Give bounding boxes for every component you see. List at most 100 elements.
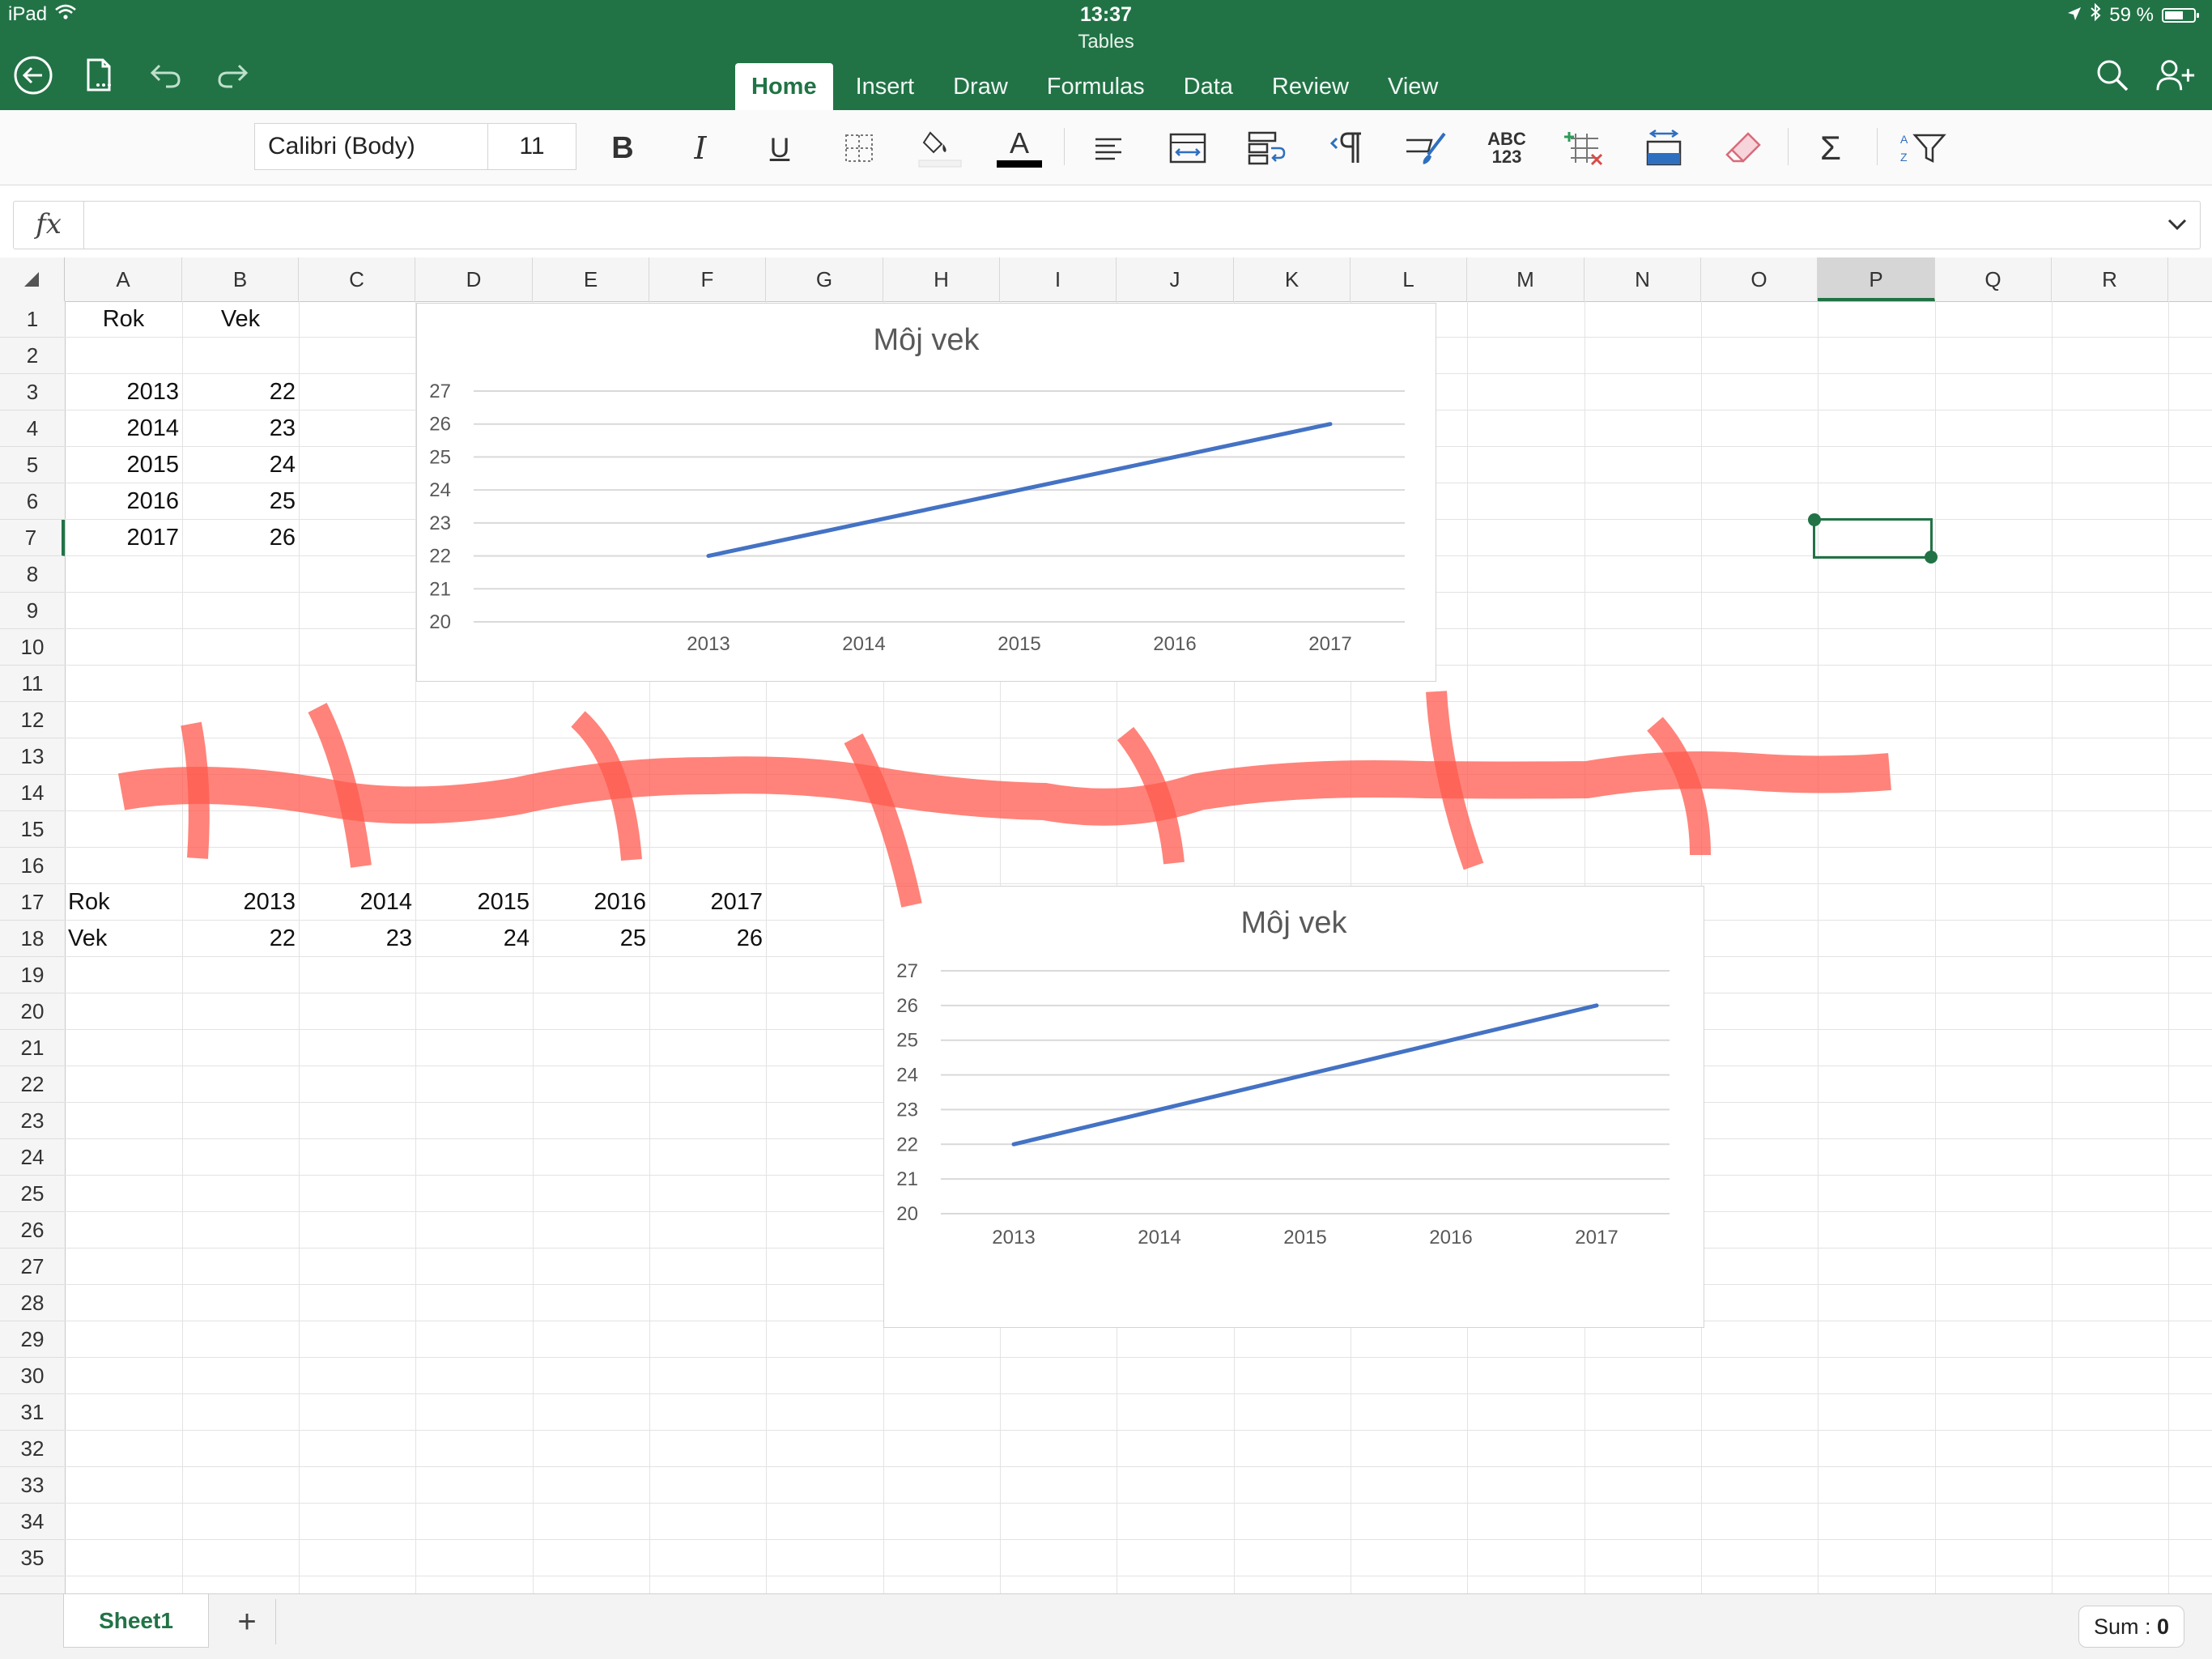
number-format-button[interactable]: ABC 123: [1482, 125, 1532, 172]
cell-a17[interactable]: Rok: [65, 884, 182, 921]
cell-f17[interactable]: 2017: [649, 884, 766, 921]
row-header-3[interactable]: 3: [0, 374, 65, 410]
cell-b3[interactable]: 22: [182, 374, 299, 410]
cell-b7[interactable]: 26: [182, 520, 299, 556]
row-header-12[interactable]: 12: [0, 702, 65, 738]
clear-eraser-button[interactable]: [1720, 125, 1767, 172]
chevron-down-icon[interactable]: [2164, 211, 2190, 241]
italic-button[interactable]: I: [677, 125, 724, 172]
sheet-tab-sheet1[interactable]: Sheet1: [63, 1594, 209, 1648]
fill-color-button[interactable]: [917, 125, 963, 172]
row-header-30[interactable]: 30: [0, 1358, 65, 1394]
status-sum[interactable]: Sum : 0: [2078, 1606, 2184, 1648]
column-header-b[interactable]: B: [182, 257, 299, 301]
row-header-35[interactable]: 35: [0, 1540, 65, 1576]
add-sheet-button[interactable]: +: [219, 1599, 276, 1644]
tab-review[interactable]: Review: [1256, 63, 1365, 110]
row-header-4[interactable]: 4: [0, 410, 65, 447]
worksheet[interactable]: A B C D E F G H I J K L M N O P Q R 1234…: [0, 257, 2212, 1593]
column-header-l[interactable]: L: [1351, 257, 1467, 301]
tab-draw[interactable]: Draw: [937, 63, 1024, 110]
row-header-7[interactable]: 7: [0, 520, 65, 556]
autosum-button[interactable]: Σ: [1807, 125, 1854, 172]
font-color-button[interactable]: A: [996, 125, 1043, 172]
cell-a5[interactable]: 2015: [65, 447, 182, 483]
row-header-29[interactable]: 29: [0, 1321, 65, 1358]
cell-a18[interactable]: Vek: [65, 921, 182, 957]
column-header-k[interactable]: K: [1234, 257, 1351, 301]
column-header-g[interactable]: G: [766, 257, 883, 301]
row-header-9[interactable]: 9: [0, 593, 65, 629]
row-header-15[interactable]: 15: [0, 811, 65, 848]
column-header-i[interactable]: I: [1000, 257, 1117, 301]
column-header-f[interactable]: F: [649, 257, 766, 301]
cell-styles-button[interactable]: [1402, 125, 1449, 172]
font-name-dropdown[interactable]: Calibri (Body): [255, 124, 488, 169]
align-left-icon[interactable]: [1085, 125, 1132, 172]
cell-a7[interactable]: 2017: [65, 520, 182, 556]
sort-filter-button[interactable]: AZ: [1895, 125, 1951, 172]
selection-handle[interactable]: [1925, 551, 1938, 564]
row-header-5[interactable]: 5: [0, 447, 65, 483]
select-all-button[interactable]: [0, 257, 65, 301]
format-cells-button[interactable]: [1640, 125, 1687, 172]
cell-selection-box[interactable]: [1808, 513, 1938, 564]
text-direction-button[interactable]: [1323, 125, 1370, 172]
bold-button[interactable]: B: [599, 125, 646, 172]
wrap-text-button[interactable]: [1244, 125, 1291, 172]
selection-handle[interactable]: [1808, 513, 1821, 526]
row-header-25[interactable]: 25: [0, 1176, 65, 1212]
row-header-18[interactable]: 18: [0, 921, 65, 957]
cell-a4[interactable]: 2014: [65, 410, 182, 447]
column-header-p[interactable]: P: [1818, 257, 1935, 301]
row-header-23[interactable]: 23: [0, 1103, 65, 1139]
row-header-27[interactable]: 27: [0, 1249, 65, 1285]
row-header-26[interactable]: 26: [0, 1212, 65, 1249]
row-header-31[interactable]: 31: [0, 1394, 65, 1431]
column-header-d[interactable]: D: [415, 257, 533, 301]
row-header-28[interactable]: 28: [0, 1285, 65, 1321]
row-header-13[interactable]: 13: [0, 738, 65, 775]
cell-d18[interactable]: 24: [415, 921, 533, 957]
column-header-o[interactable]: O: [1701, 257, 1818, 301]
row-header-20[interactable]: 20: [0, 993, 65, 1030]
borders-button[interactable]: [836, 125, 883, 172]
column-header-e[interactable]: E: [533, 257, 649, 301]
row-header-11[interactable]: 11: [0, 666, 65, 702]
formula-input[interactable]: [91, 202, 2151, 249]
row-header-21[interactable]: 21: [0, 1030, 65, 1066]
insert-delete-cells-button[interactable]: [1561, 125, 1608, 172]
cell-b17[interactable]: 2013: [182, 884, 299, 921]
row-header-24[interactable]: 24: [0, 1139, 65, 1176]
font-size-dropdown[interactable]: 11: [488, 124, 576, 169]
column-header-j[interactable]: J: [1117, 257, 1234, 301]
column-header-m[interactable]: M: [1467, 257, 1585, 301]
insert-function-button[interactable]: fx: [14, 202, 84, 249]
share-button[interactable]: [2155, 55, 2196, 96]
tab-view[interactable]: View: [1372, 63, 1454, 110]
cell-b1[interactable]: Vek: [182, 301, 299, 338]
column-header-q[interactable]: Q: [1935, 257, 2052, 301]
row-header-33[interactable]: 33: [0, 1467, 65, 1504]
row-header-16[interactable]: 16: [0, 848, 65, 884]
row-header-14[interactable]: 14: [0, 775, 65, 811]
column-header-n[interactable]: N: [1585, 257, 1701, 301]
row-header-17[interactable]: 17: [0, 884, 65, 921]
search-button[interactable]: [2092, 55, 2133, 96]
row-header-10[interactable]: 10: [0, 629, 65, 666]
row-header-19[interactable]: 19: [0, 957, 65, 993]
merge-center-button[interactable]: [1164, 125, 1211, 172]
tab-home[interactable]: Home: [735, 63, 833, 110]
file-menu-button[interactable]: [79, 55, 120, 96]
cell-b6[interactable]: 25: [182, 483, 299, 520]
tab-data[interactable]: Data: [1168, 63, 1249, 110]
cell-b18[interactable]: 22: [182, 921, 299, 957]
back-button[interactable]: [13, 55, 53, 96]
column-header-c[interactable]: C: [299, 257, 415, 301]
underline-button[interactable]: U: [756, 125, 803, 172]
undo-button[interactable]: [146, 55, 186, 96]
cell-f18[interactable]: 26: [649, 921, 766, 957]
column-header-a[interactable]: A: [65, 257, 182, 301]
tab-insert[interactable]: Insert: [840, 63, 931, 110]
tab-formulas[interactable]: Formulas: [1031, 63, 1161, 110]
